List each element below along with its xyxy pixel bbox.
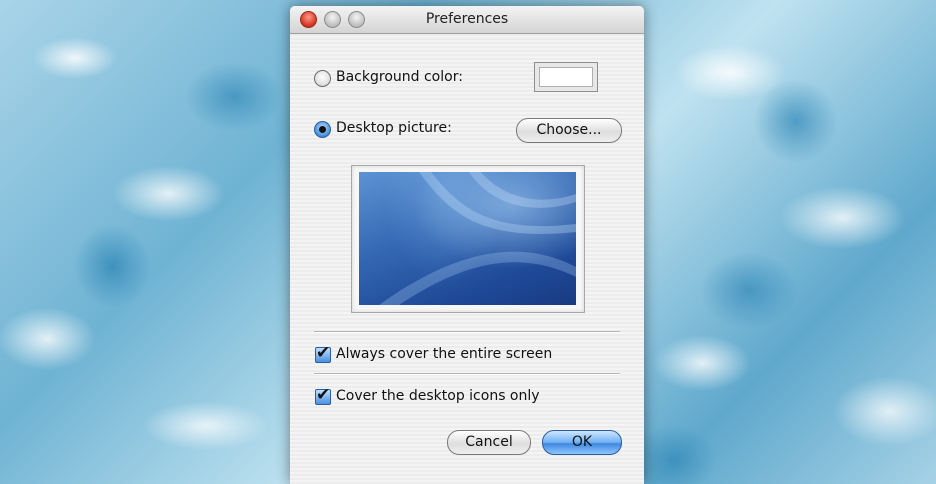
cover-screen-checkbox[interactable]: ✔ <box>315 343 331 363</box>
divider-top <box>314 331 620 333</box>
desktop-picture-label[interactable]: Desktop picture: <box>336 120 452 136</box>
cancel-button[interactable]: Cancel <box>447 430 531 455</box>
background-color-radio[interactable] <box>314 70 331 87</box>
desktop-picture-preview <box>359 172 576 305</box>
desktop-picture-radio[interactable] <box>314 121 331 138</box>
checkmark-icon: ✔ <box>316 385 331 405</box>
divider-bottom <box>314 373 620 375</box>
background-color-well[interactable] <box>534 62 598 92</box>
background-color-label[interactable]: Background color: <box>336 69 463 85</box>
background-color-swatch <box>539 67 593 87</box>
checkmark-icon: ✔ <box>316 343 331 363</box>
preferences-dialog: Preferences Background color: Desktop pi… <box>290 6 644 484</box>
desktop-picture-preview-frame <box>351 165 585 313</box>
choose-picture-button[interactable]: Choose... <box>516 118 622 143</box>
cover-screen-label[interactable]: Always cover the entire screen <box>336 346 552 362</box>
cover-icons-checkbox[interactable]: ✔ <box>315 385 331 405</box>
ok-button[interactable]: OK <box>542 430 622 455</box>
wallpaper-swoosh-graphic <box>379 172 576 305</box>
cover-icons-label[interactable]: Cover the desktop icons only <box>336 388 540 404</box>
desktop: { "window": { "title": "Preferences" }, … <box>0 0 936 484</box>
title-bar[interactable]: Preferences <box>290 6 644 34</box>
window-title: Preferences <box>425 11 509 27</box>
